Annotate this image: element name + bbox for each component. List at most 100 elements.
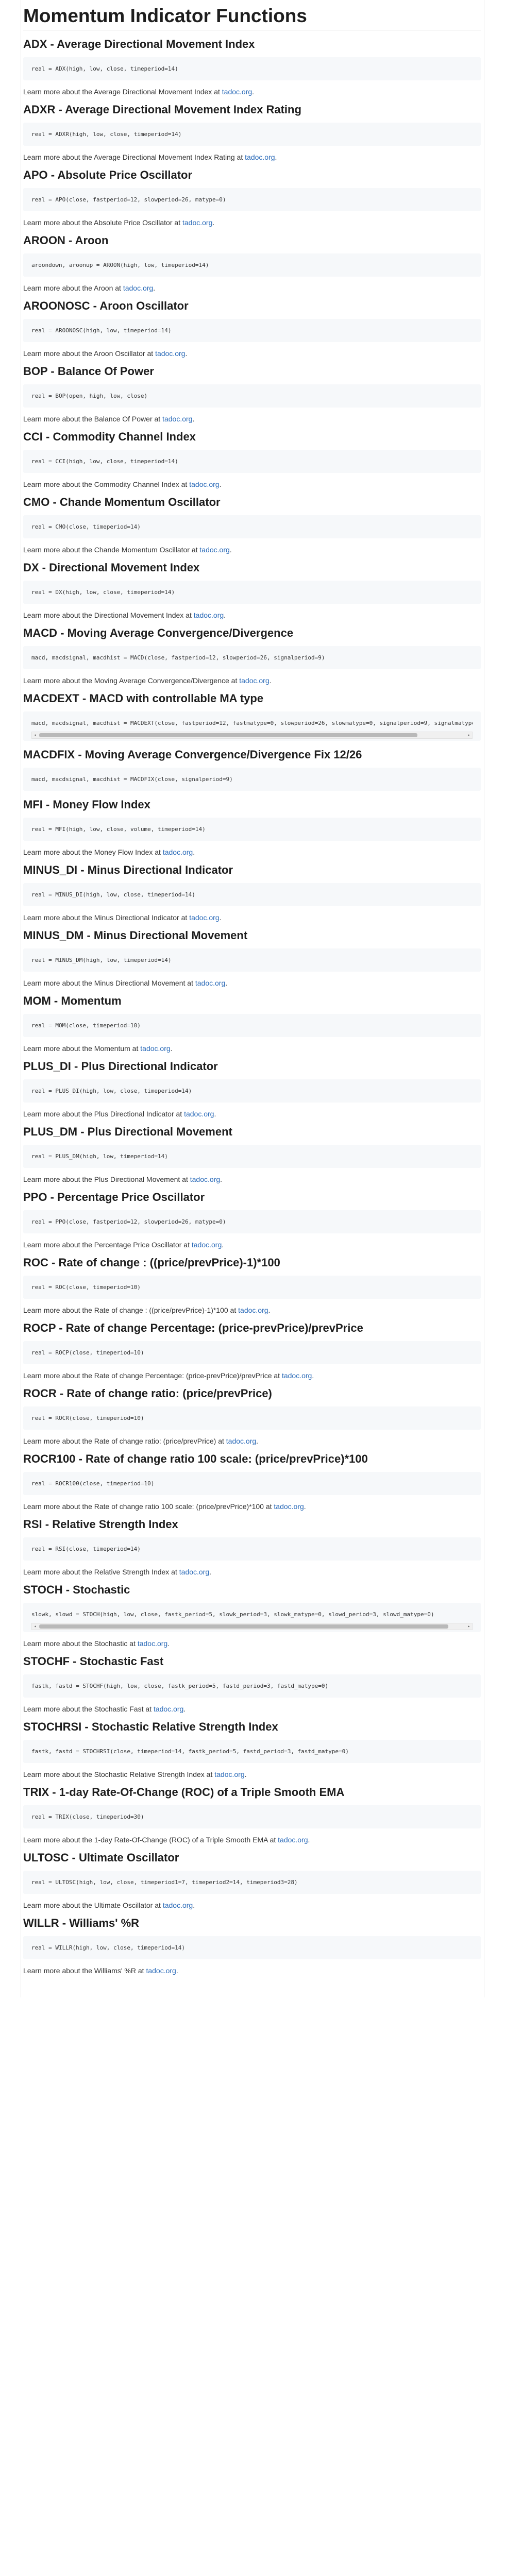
- tadoc-link[interactable]: tadoc.org: [123, 284, 153, 292]
- code-signature: real = MINUS_DM(high, low, timeperiod=14…: [31, 957, 172, 963]
- learn-more-prefix: Learn more about the: [23, 1568, 94, 1576]
- learn-more-prefix: Learn more about the: [23, 1371, 94, 1380]
- learn-more-suffix: .: [252, 88, 255, 96]
- code-signature: real = TRIX(close, timeperiod=30): [31, 1814, 144, 1820]
- learn-more-mid: at: [152, 415, 163, 423]
- indicator-name: Plus Directional Indicator: [94, 1110, 174, 1118]
- tadoc-link[interactable]: tadoc.org: [189, 913, 219, 922]
- tadoc-link[interactable]: tadoc.org: [146, 1967, 176, 1975]
- code-block: real = BOP(open, high, low, close): [23, 384, 481, 408]
- tadoc-link[interactable]: tadoc.org: [278, 1836, 308, 1844]
- learn-more-suffix: .: [176, 1967, 178, 1975]
- code-block[interactable]: macd, macdsignal, macdhist = MACDEXT(clo…: [23, 711, 481, 741]
- tadoc-link[interactable]: tadoc.org: [155, 349, 185, 358]
- learn-more-text: Learn more about the Rate of change : ((…: [23, 1306, 481, 1314]
- learn-more-suffix: .: [183, 1705, 186, 1713]
- horizontal-scrollbar[interactable]: ◂ ▸: [31, 732, 473, 739]
- function-section: AROONOSC - Aroon Oscillator real = AROONO…: [23, 299, 481, 358]
- horizontal-scrollbar[interactable]: ◂ ▸: [31, 1623, 473, 1630]
- learn-more-prefix: Learn more about the: [23, 1502, 94, 1511]
- code-signature: real = ADXR(high, low, close, timeperiod…: [31, 131, 182, 138]
- code-signature: macd, macdsignal, macdhist = MACDFIX(clo…: [31, 776, 233, 783]
- tadoc-link[interactable]: tadoc.org: [192, 1241, 222, 1249]
- tadoc-link[interactable]: tadoc.org: [163, 848, 193, 856]
- learn-more-prefix: Learn more about the: [23, 1044, 94, 1053]
- tadoc-link[interactable]: tadoc.org: [274, 1502, 304, 1511]
- code-signature: aroondown, aroonup = AROON(high, low, ti…: [31, 262, 209, 268]
- learn-more-text: Learn more about the Momentum at tadoc.o…: [23, 1044, 481, 1053]
- learn-more-suffix: .: [153, 284, 156, 292]
- tadoc-link[interactable]: tadoc.org: [190, 1175, 220, 1183]
- code-signature: fastk, fastd = STOCHF(high, low, close, …: [31, 1683, 329, 1689]
- code-block: real = CMO(close, timeperiod=14): [23, 515, 481, 538]
- tadoc-link[interactable]: tadoc.org: [245, 153, 275, 161]
- code-block: real = MINUS_DI(high, low, close, timepe…: [23, 883, 481, 906]
- learn-more-prefix: Learn more about the: [23, 1110, 94, 1118]
- code-block: real = PLUS_DI(high, low, close, timeper…: [23, 1079, 481, 1103]
- learn-more-prefix: Learn more about the: [23, 913, 94, 922]
- learn-more-suffix: .: [212, 218, 215, 227]
- code-block[interactable]: slowk, slowd = STOCH(high, low, close, f…: [23, 1603, 481, 1632]
- tadoc-link[interactable]: tadoc.org: [182, 218, 212, 227]
- code-block: real = PLUS_DM(high, low, timeperiod=14): [23, 1145, 481, 1168]
- tadoc-link[interactable]: tadoc.org: [199, 546, 229, 554]
- code-block: real = ROC(close, timeperiod=10): [23, 1276, 481, 1299]
- function-heading: MACD - Moving Average Convergence/Diverg…: [23, 626, 294, 639]
- learn-more-prefix: Learn more about the: [23, 1639, 94, 1648]
- learn-more-text: Learn more about the Stochastic at tadoc…: [23, 1639, 481, 1648]
- tadoc-link[interactable]: tadoc.org: [154, 1705, 183, 1713]
- code-block: real = ADX(high, low, close, timeperiod=…: [23, 57, 481, 80]
- function-heading: STOCH - Stochastic: [23, 1583, 130, 1596]
- learn-more-suffix: .: [219, 480, 222, 488]
- tadoc-link[interactable]: tadoc.org: [194, 611, 224, 619]
- indicator-name: Chande Momentum Oscillator: [94, 546, 190, 554]
- scroll-right-icon[interactable]: ▸: [466, 732, 472, 738]
- indicator-name: Williams' %R: [94, 1967, 136, 1975]
- function-heading: BOP - Balance Of Power: [23, 365, 154, 378]
- indicator-name: Rate of change : ((price/prevPrice)-1)*1…: [94, 1306, 228, 1314]
- indicator-name: Rate of change ratio 100 scale: (price/p…: [94, 1502, 264, 1511]
- learn-more-suffix: .: [308, 1836, 310, 1844]
- tadoc-link[interactable]: tadoc.org: [239, 676, 269, 685]
- tadoc-link[interactable]: tadoc.org: [195, 979, 225, 987]
- tadoc-link[interactable]: tadoc.org: [163, 1901, 193, 1909]
- tadoc-link[interactable]: tadoc.org: [184, 1110, 214, 1118]
- tadoc-link[interactable]: tadoc.org: [179, 1568, 209, 1576]
- learn-more-text: Learn more about the Money Flow Index at…: [23, 848, 481, 856]
- learn-more-suffix: .: [220, 1175, 223, 1183]
- function-heading: MINUS_DI - Minus Directional Indicator: [23, 863, 233, 876]
- tadoc-link[interactable]: tadoc.org: [282, 1371, 312, 1380]
- function-section: TRIX - 1-day Rate-Of-Change (ROC) of a T…: [23, 1786, 481, 1844]
- learn-more-prefix: Learn more about the: [23, 1901, 94, 1909]
- learn-more-suffix: .: [170, 1044, 173, 1053]
- code-signature: real = CMO(close, timeperiod=14): [31, 523, 141, 530]
- learn-more-mid: at: [172, 218, 182, 227]
- function-heading: ADXR - Average Directional Movement Inde…: [23, 103, 301, 116]
- page-content: Momentum Indicator Functions ADX - Avera…: [21, 0, 484, 1997]
- function-heading: MACDFIX - Moving Average Convergence/Div…: [23, 748, 362, 761]
- learn-more-mid: at: [183, 611, 194, 619]
- scrollbar-thumb[interactable]: [39, 733, 418, 737]
- code-block: real = AROONOSC(high, low, timeperiod=14…: [23, 319, 481, 342]
- scrollbar-thumb[interactable]: [39, 1624, 449, 1629]
- tadoc-link[interactable]: tadoc.org: [189, 480, 219, 488]
- tadoc-link[interactable]: tadoc.org: [214, 1770, 244, 1778]
- tadoc-link[interactable]: tadoc.org: [140, 1044, 170, 1053]
- learn-more-mid: at: [228, 1306, 239, 1314]
- learn-more-prefix: Learn more about the: [23, 415, 94, 423]
- code-block: real = RSI(close, timeperiod=14): [23, 1537, 481, 1561]
- learn-more-prefix: Learn more about the: [23, 1175, 94, 1183]
- scroll-left-icon[interactable]: ◂: [32, 1623, 38, 1630]
- function-section: ROCP - Rate of change Percentage: (price…: [23, 1321, 481, 1380]
- tadoc-link[interactable]: tadoc.org: [138, 1639, 167, 1648]
- tadoc-link[interactable]: tadoc.org: [238, 1306, 268, 1314]
- scroll-right-icon[interactable]: ▸: [466, 1623, 472, 1630]
- tadoc-link[interactable]: tadoc.org: [226, 1437, 256, 1445]
- function-heading: DX - Directional Movement Index: [23, 561, 200, 574]
- tadoc-link[interactable]: tadoc.org: [222, 88, 252, 96]
- indicator-name: Momentum: [94, 1044, 130, 1053]
- learn-more-suffix: .: [192, 415, 195, 423]
- scroll-left-icon[interactable]: ◂: [32, 732, 38, 738]
- tadoc-link[interactable]: tadoc.org: [162, 415, 192, 423]
- code-signature: real = MINUS_DI(high, low, close, timepe…: [31, 891, 195, 898]
